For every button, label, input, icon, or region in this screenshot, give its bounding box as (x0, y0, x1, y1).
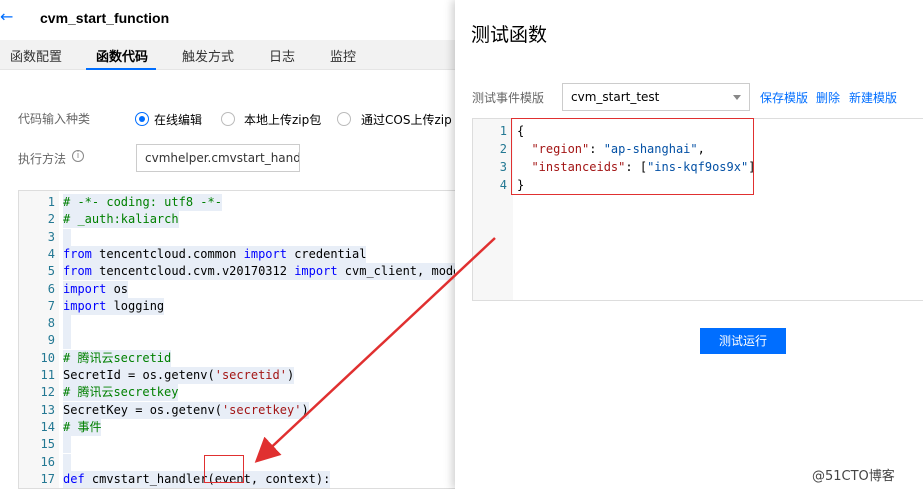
tab-monitor[interactable]: 监控 (330, 46, 356, 65)
code-input-type-label: 代码输入种类 (18, 112, 91, 126)
function-tabs: 函数配置 函数代码 触发方式 日志 监控 (0, 40, 460, 70)
radio-cos-zip[interactable] (337, 112, 351, 126)
code-line: 8 (19, 315, 458, 333)
code-text: from tencentcloud.common import credenti… (63, 245, 367, 263)
code-text: import logging (63, 297, 165, 315)
line-number: 4 (47, 246, 55, 261)
screen-root: ← cvm_start_function 函数配置 函数代码 触发方式 日志 监… (0, 0, 923, 489)
code-text (63, 453, 71, 471)
delete-template-link[interactable]: 删除 (816, 89, 840, 106)
handler-label: 执行方法 (18, 152, 67, 166)
tab-logs[interactable]: 日志 (269, 46, 295, 65)
test-function-panel: 测试函数 测试事件模版 cvm_start_test 保存模版 删除 新建模版 … (455, 0, 923, 489)
line-number: 16 (40, 454, 55, 469)
line-number: 9 (47, 333, 55, 348)
code-text: # 腾讯云secretid (63, 349, 172, 367)
radio-cos-zip-label[interactable]: 通过COS上传zip (361, 111, 452, 128)
tab-trigger[interactable]: 触发方式 (182, 46, 234, 65)
test-template-select[interactable]: cvm_start_test (562, 83, 750, 111)
code-line: 9 (19, 332, 458, 350)
code-text (63, 228, 71, 246)
code-text: SecretKey = os.getenv('secretkey') (63, 401, 309, 419)
new-template-link[interactable]: 新建模版 (849, 89, 897, 106)
line-number: 5 (47, 264, 55, 279)
page-header: ← cvm_start_function (0, 0, 460, 40)
code-text: # 事件 (63, 418, 102, 436)
test-template-label: 测试事件模版 (472, 91, 545, 105)
code-text: from tencentcloud.cvm.v20170312 import c… (63, 263, 458, 281)
line-number: 14 (40, 419, 55, 434)
radio-online-edit-label[interactable]: 在线编辑 (154, 111, 202, 128)
line-number: 2 (47, 212, 55, 227)
code-text: # 腾讯云secretkey (63, 384, 179, 402)
info-icon[interactable]: i (72, 150, 84, 162)
code-line: 14 # 事件 (19, 418, 458, 436)
code-text: # -*- coding: utf8 -*- (63, 194, 222, 211)
code-line: 6 import os (19, 280, 458, 298)
code-line: 4 from tencentcloud.common import credent… (19, 245, 458, 263)
radio-local-zip-label[interactable]: 本地上传zip包 (244, 111, 321, 128)
code-line: 7 import logging (19, 297, 458, 315)
code-line: 10 # 腾讯云secretid (19, 349, 458, 367)
code-text (63, 315, 71, 333)
annotation-box-event-param (204, 455, 244, 483)
function-name-title: cvm_start_function (40, 10, 170, 26)
code-line: 13 SecretKey = os.getenv('secretkey') (19, 401, 458, 419)
code-text (63, 332, 71, 350)
code-text (63, 436, 71, 454)
radio-online-edit[interactable] (135, 112, 149, 126)
code-line: 2 # _auth:kaliarch (19, 211, 458, 229)
line-number: 3 (499, 160, 507, 174)
line-number: 4 (499, 178, 507, 192)
line-number: 1 (499, 124, 507, 138)
line-number: 2 (499, 142, 507, 156)
tab-function-config[interactable]: 函数配置 (10, 46, 62, 65)
annotation-box-event-json (511, 118, 754, 195)
test-template-value: cvm_start_test (571, 90, 660, 104)
code-text: SecretId = os.getenv('secretid') (63, 367, 295, 384)
function-detail-page: ← cvm_start_function 函数配置 函数代码 触发方式 日志 监… (0, 0, 460, 489)
radio-local-zip[interactable] (221, 112, 235, 126)
test-run-button[interactable]: 测试运行 (700, 328, 786, 354)
handler-input[interactable]: cvmhelper.cmvstart_handle (136, 144, 300, 172)
code-text: # _auth:kaliarch (63, 211, 179, 229)
code-line: 3 (19, 228, 458, 246)
tab-function-code[interactable]: 函数代码 (96, 46, 148, 65)
line-number: 11 (40, 368, 55, 382)
code-line: 12 # 腾讯云secretkey (19, 384, 458, 402)
panel-title: 测试函数 (471, 24, 548, 46)
line-number: 8 (47, 316, 55, 331)
code-line: 1 # -*- coding: utf8 -*- (19, 194, 458, 211)
code-line: 5 from tencentcloud.cvm.v20170312 import … (19, 263, 458, 281)
line-number: 13 (40, 402, 55, 417)
save-template-link[interactable]: 保存模版 (760, 89, 808, 106)
active-tab-indicator (86, 68, 156, 70)
watermark-text: @51CTO博客 (812, 469, 895, 484)
line-number: 6 (47, 281, 55, 296)
code-line: 15 (19, 436, 458, 454)
code-line: 11 SecretId = os.getenv('secretid') (19, 367, 458, 384)
line-number: 10 (40, 350, 55, 365)
line-number: 12 (40, 385, 55, 400)
arrow-left-icon[interactable]: ← (0, 7, 16, 26)
line-number: 7 (47, 298, 55, 313)
code-text: def cmvstart_handler(event, context): (63, 470, 331, 488)
line-number: 17 (40, 471, 55, 486)
code-editor[interactable]: 1 # -*- coding: utf8 -*- 2 # _auth:kaliarch… (18, 190, 458, 489)
line-number: 15 (40, 437, 55, 452)
code-text: import os (63, 280, 129, 298)
line-number: 1 (47, 195, 55, 209)
chevron-down-icon (733, 95, 741, 100)
line-number: 3 (47, 229, 55, 244)
